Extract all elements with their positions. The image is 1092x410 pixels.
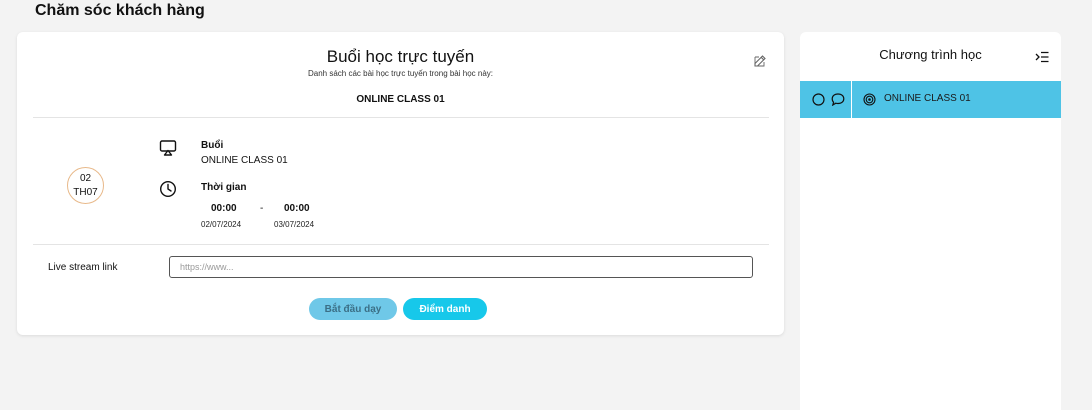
date-badge: 02 TH07	[67, 167, 104, 204]
session-label: Buổi	[201, 140, 224, 151]
date-badge-day: 02	[79, 172, 92, 184]
comment-icon	[831, 93, 845, 111]
curriculum-item[interactable]: ONLINE CLASS 01	[800, 81, 1061, 118]
card-subtitle: Danh sách các bài học trực tuyến trong b…	[307, 69, 493, 78]
date-badge-month: TH07	[73, 186, 98, 198]
start-time: 00:00	[211, 203, 237, 214]
clock-icon	[159, 180, 177, 198]
online-lesson-card: Buổi học trực tuyến Danh sách các bài họ…	[17, 32, 784, 335]
session-value: ONLINE CLASS 01	[201, 155, 288, 166]
header-divider	[33, 117, 769, 118]
livestream-link-input[interactable]	[169, 256, 753, 278]
item-separator	[851, 81, 852, 118]
time-separator: -	[260, 203, 264, 214]
livestream-label: Live stream link	[48, 262, 118, 273]
start-date: 02/07/2024	[201, 220, 242, 229]
time-label: Thời gian	[201, 182, 247, 193]
cast-icon	[159, 139, 177, 157]
end-time: 00:00	[284, 203, 310, 214]
menu-collapse-icon[interactable]	[1035, 50, 1049, 63]
end-date: 03/07/2024	[274, 220, 315, 229]
attendance-button[interactable]: Điểm danh	[403, 298, 487, 320]
curriculum-panel: Chương trình học ONLINE CLASS 01	[800, 32, 1061, 410]
circle-icon	[812, 93, 825, 111]
curriculum-title: Chương trình học	[879, 47, 982, 62]
page-title: Chăm sóc khách hàng	[35, 2, 205, 19]
card-title: Buổi học trực tuyến	[326, 47, 475, 66]
target-icon	[863, 93, 876, 111]
content-divider	[33, 244, 769, 245]
start-teaching-button[interactable]: Bắt đầu dạy	[309, 298, 397, 320]
edit-icon[interactable]	[753, 54, 767, 68]
class-name-heading: ONLINE CLASS 01	[356, 94, 445, 105]
curriculum-item-label: ONLINE CLASS 01	[884, 93, 971, 104]
